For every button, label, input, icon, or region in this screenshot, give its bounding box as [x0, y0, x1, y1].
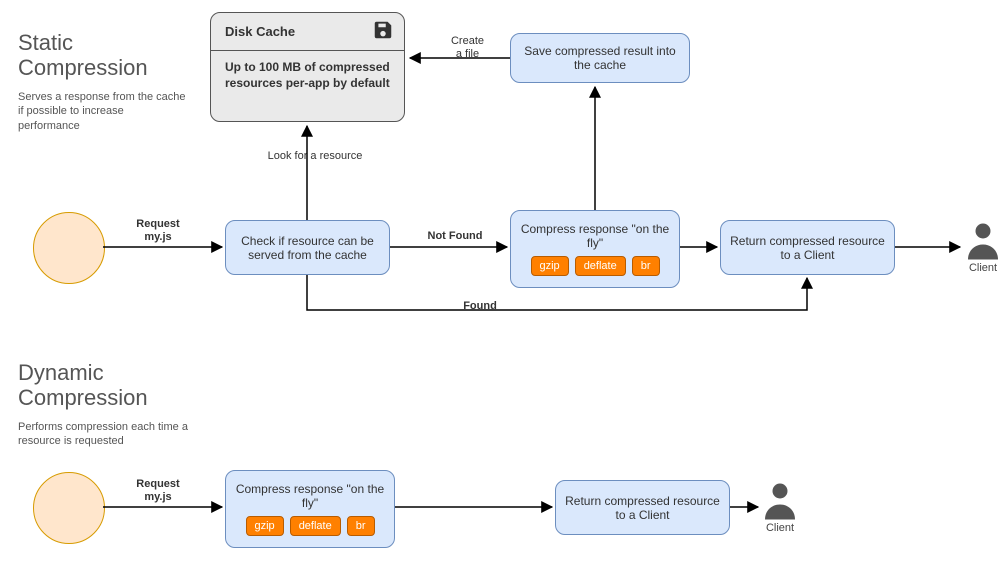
dynamic-title-line1: Dynamic: [18, 360, 104, 385]
dynamic-compress-text: Compress response "on the fly": [232, 482, 388, 510]
disk-cache-body: Up to 100 MB of compressed resources per…: [211, 51, 404, 99]
dynamic-title-line2: Compression: [18, 385, 148, 410]
disk-cache-box: Disk Cache Up to 100 MB of compressed re…: [210, 12, 405, 122]
static-compress-text: Compress response "on the fly": [517, 222, 673, 250]
static-chip-row: gzip deflate br: [531, 256, 660, 276]
dyn-chip-br: br: [347, 516, 375, 536]
dyn-chip-gzip: gzip: [246, 516, 284, 536]
diagram-canvas: Static Compression Serves a response fro…: [0, 0, 1007, 579]
static-subtitle: Serves a response from the cache if poss…: [18, 90, 188, 133]
static-title: Static Compression: [18, 30, 148, 81]
static-request-label: Request my.js: [123, 218, 193, 244]
chip-gzip: gzip: [531, 256, 569, 276]
static-title-line1: Static: [18, 30, 73, 55]
dyn-chip-deflate: deflate: [290, 516, 341, 536]
static-title-line2: Compression: [18, 55, 148, 80]
static-compress-box: Compress response "on the fly" gzip defl…: [510, 210, 680, 288]
static-return-text: Return compressed resource to a Client: [727, 234, 888, 262]
check-cache-text: Check if resource can be served from the…: [232, 234, 383, 262]
not-found-label: Not Found: [420, 230, 490, 243]
static-client-label: Client: [965, 262, 1001, 274]
save-text: Save compressed result into the cache: [517, 44, 683, 72]
found-label: Found: [450, 300, 510, 313]
dynamic-return-text: Return compressed resource to a Client: [562, 494, 723, 522]
save-box: Save compressed result into the cache: [510, 33, 690, 83]
static-start-circle: [33, 212, 105, 284]
static-client-icon: [965, 220, 1001, 263]
save-icon: [372, 19, 394, 44]
dynamic-return-box: Return compressed resource to a Client: [555, 480, 730, 535]
check-cache-box: Check if resource can be served from the…: [225, 220, 390, 275]
chip-br: br: [632, 256, 660, 276]
chip-deflate: deflate: [575, 256, 626, 276]
static-return-box: Return compressed resource to a Client: [720, 220, 895, 275]
dynamic-start-circle: [33, 472, 105, 544]
dynamic-client-label: Client: [762, 522, 798, 534]
disk-cache-title: Disk Cache: [225, 24, 295, 39]
look-label: Look for a resource: [260, 150, 370, 163]
dynamic-subtitle: Performs compression each time a resourc…: [18, 420, 198, 449]
dynamic-client-icon: [762, 480, 798, 523]
dynamic-chip-row: gzip deflate br: [246, 516, 375, 536]
create-file-label: Create a file: [440, 35, 495, 61]
dynamic-compress-box: Compress response "on the fly" gzip defl…: [225, 470, 395, 548]
dynamic-title: Dynamic Compression: [18, 360, 148, 411]
dynamic-request-label: Request my.js: [123, 478, 193, 504]
